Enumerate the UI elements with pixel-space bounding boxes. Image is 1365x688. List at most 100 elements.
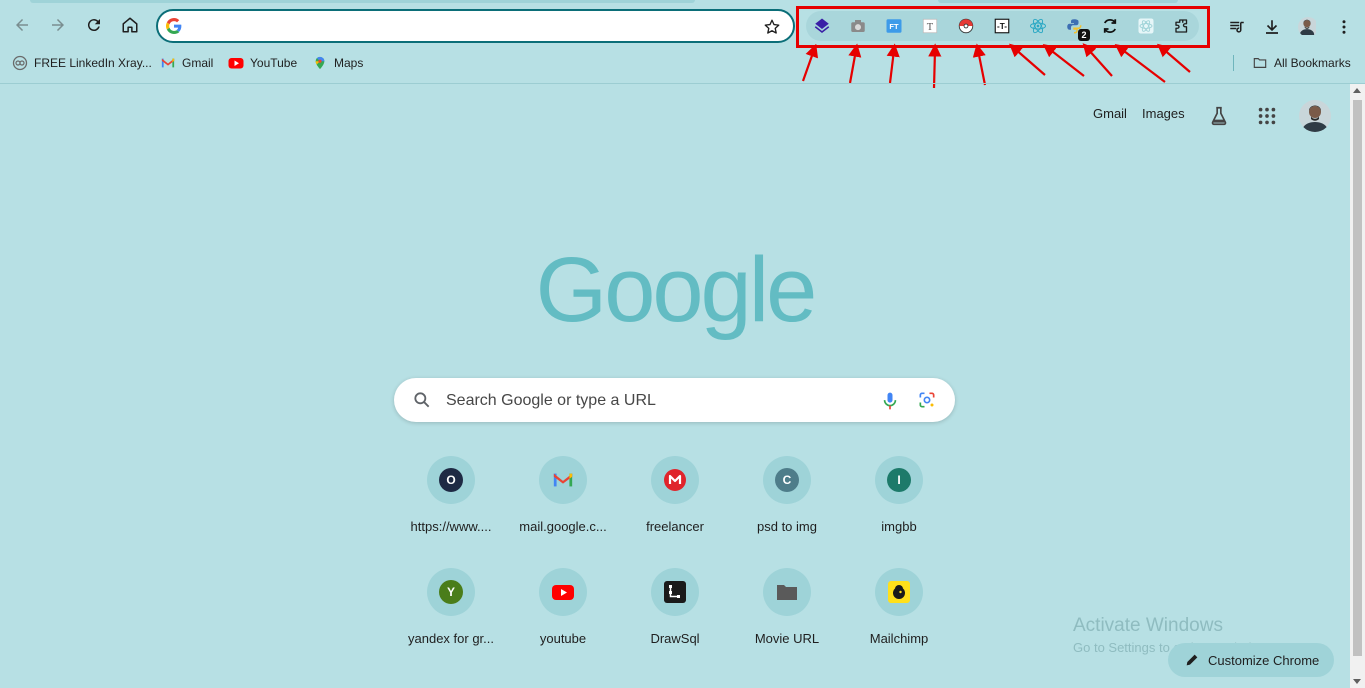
customize-label: Customize Chrome (1208, 652, 1320, 668)
downloads-button[interactable] (1261, 16, 1283, 38)
customize-chrome-button[interactable]: Customize Chrome (1168, 643, 1334, 677)
shortcut-favicon: Y (427, 568, 475, 616)
google-account-avatar[interactable] (1299, 100, 1331, 132)
mega-icon (664, 469, 686, 491)
bookmark-star-icon[interactable] (763, 18, 781, 36)
shortcut-tile[interactable]: Mailchimp (843, 568, 955, 678)
reload-button[interactable] (79, 10, 109, 40)
shortcut-label: psd to img (757, 519, 817, 534)
shortcut-letter: O (439, 468, 463, 492)
mailchimp-icon (888, 581, 910, 603)
shortcut-favicon: C (763, 456, 811, 504)
labs-button[interactable] (1207, 104, 1231, 128)
home-button[interactable] (115, 10, 145, 40)
chrome-menu-button[interactable] (1333, 16, 1355, 38)
scrollbar-thumb[interactable] (1353, 100, 1362, 656)
shortcut-letter: C (775, 468, 799, 492)
forward-button[interactable] (43, 10, 73, 40)
search-box[interactable]: Search Google or type a URL (394, 378, 955, 422)
shortcut-tile[interactable]: I imgbb (843, 456, 955, 566)
shortcut-label: mail.google.c... (519, 519, 607, 534)
bookmarks-separator (1233, 55, 1234, 71)
maps-pin-icon (312, 55, 328, 71)
bookmark-youtube[interactable]: YouTube (228, 54, 297, 72)
shortcut-tile[interactable]: C psd to img (731, 456, 843, 566)
google-lens-icon[interactable] (917, 390, 937, 410)
media-controls-button[interactable] (1226, 16, 1248, 38)
bookmark-label: Gmail (182, 56, 214, 70)
shortcut-label: yandex for gr... (408, 631, 494, 646)
arrow-right-icon (52, 19, 64, 31)
reload-icon (87, 19, 100, 32)
bookmarks-bar: FREE LinkedIn Xray... Gmail YouTube Maps… (0, 49, 1365, 77)
shortcut-tile[interactable]: freelancer (619, 456, 731, 566)
google-logo: Google (520, 230, 830, 350)
watermark-title: Activate Windows (1073, 615, 1223, 636)
flask-icon (1211, 106, 1227, 126)
download-icon (1266, 20, 1278, 34)
extensions-highlight-box (796, 6, 1210, 48)
kebab-menu-icon (1342, 20, 1346, 34)
bookmark-maps[interactable]: Maps (312, 54, 363, 72)
google-apps-button[interactable] (1255, 104, 1279, 128)
bookmark-linkedin-xray[interactable]: FREE LinkedIn Xray... (12, 54, 152, 72)
shortcut-label: youtube (539, 631, 587, 646)
page-scrollbar[interactable] (1350, 84, 1365, 688)
gmail-icon (160, 55, 176, 71)
shortcut-favicon (539, 568, 587, 616)
shortcut-tile[interactable]: Movie URL (731, 568, 843, 678)
address-bar[interactable] (156, 9, 795, 43)
playlist-music-icon (1230, 21, 1244, 33)
shortcut-favicon (539, 456, 587, 504)
shortcut-favicon (651, 456, 699, 504)
google-g-icon (166, 18, 182, 34)
folder-icon (777, 585, 797, 600)
avatar (1298, 17, 1318, 37)
scroll-up-arrow-icon[interactable] (1353, 88, 1361, 93)
bookmark-label: FREE LinkedIn Xray... (34, 56, 152, 70)
bookmark-label: YouTube (250, 56, 298, 70)
link-circle-icon (12, 55, 28, 71)
folder-icon (1252, 55, 1268, 71)
pencil-icon (1186, 654, 1198, 666)
bookmark-gmail[interactable]: Gmail (160, 54, 213, 72)
toolbar: FT T -T- 2 (0, 3, 1365, 49)
home-icon (122, 17, 138, 33)
shortcut-tile[interactable]: DrawSql (619, 568, 731, 678)
shortcut-favicon: I (875, 456, 923, 504)
drawsql-icon (664, 581, 686, 603)
shortcut-label: Movie URL (754, 631, 820, 646)
shortcut-tile[interactable]: youtube (507, 568, 619, 678)
shortcut-tile[interactable]: O https://www.... (395, 456, 507, 566)
all-bookmarks-label: All Bookmarks (1274, 56, 1351, 70)
search-icon (414, 392, 430, 408)
voice-search-icon[interactable] (880, 390, 900, 412)
apps-grid-icon (1258, 107, 1276, 125)
shortcut-favicon: O (427, 456, 475, 504)
shortcut-label: DrawSql (650, 631, 700, 646)
profile-button[interactable] (1297, 16, 1319, 38)
shortcut-label: imgbb (881, 519, 917, 534)
youtube-icon (552, 585, 574, 600)
bookmark-label: Maps (334, 56, 364, 70)
toolbar-divider (0, 83, 1365, 84)
gmail-icon (553, 473, 573, 487)
search-placeholder: Search Google or type a URL (446, 392, 656, 409)
all-bookmarks-button[interactable]: All Bookmarks (1252, 54, 1351, 72)
images-link[interactable]: Images (1142, 106, 1185, 121)
shortcut-label: https://www.... (410, 519, 492, 534)
back-button[interactable] (7, 10, 37, 40)
shortcut-label: Mailchimp (869, 631, 929, 646)
shortcut-favicon (763, 568, 811, 616)
address-input[interactable] (192, 15, 752, 37)
google-logo-text: Google (535, 238, 818, 341)
shortcut-letter: Y (439, 580, 463, 604)
shortcut-tile[interactable]: mail.google.c... (507, 456, 619, 566)
shortcut-favicon (651, 568, 699, 616)
arrow-left-icon (16, 19, 28, 31)
gmail-link[interactable]: Gmail (1093, 106, 1127, 121)
shortcut-tile[interactable]: Y yandex for gr... (395, 568, 507, 678)
scroll-down-arrow-icon[interactable] (1353, 679, 1361, 684)
shortcut-favicon (875, 568, 923, 616)
shortcut-label: freelancer (646, 519, 704, 534)
